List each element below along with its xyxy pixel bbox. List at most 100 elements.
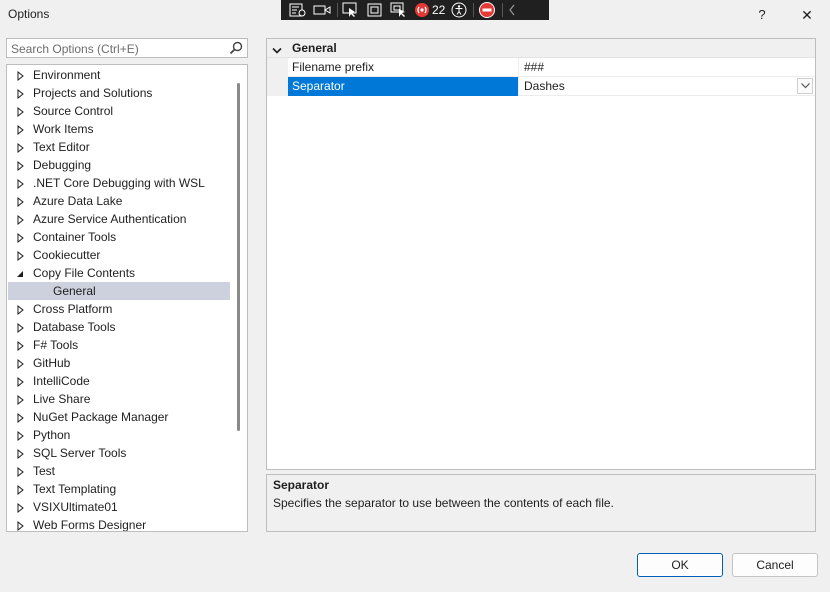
collapsed-triangle-icon[interactable] — [16, 448, 26, 460]
row-indent — [267, 77, 288, 96]
stop-icon[interactable] — [478, 0, 496, 20]
select-element-icon[interactable] — [342, 0, 360, 20]
tree-item[interactable]: Azure Service Authentication — [8, 210, 230, 228]
window-title: Options — [8, 7, 50, 21]
tree-item[interactable]: Environment — [8, 66, 230, 84]
property-row-separator[interactable]: Separator Dashes — [267, 77, 815, 96]
collapsed-triangle-icon[interactable] — [16, 430, 26, 442]
tree-item[interactable]: F# Tools — [8, 336, 230, 354]
toolbar-separator — [502, 3, 504, 17]
tree-item-label: F# Tools — [33, 338, 79, 352]
collapsed-triangle-icon[interactable] — [16, 142, 26, 154]
separator-value[interactable]: Dashes — [524, 79, 565, 93]
tree-item-label: Python — [33, 428, 71, 442]
tree-item[interactable]: Copy File Contents — [8, 264, 230, 282]
collapsed-triangle-icon[interactable] — [16, 88, 26, 100]
row-indent — [267, 58, 288, 77]
tree-item[interactable]: Azure Data Lake — [8, 192, 230, 210]
tree-item-label: IntelliCode — [33, 374, 90, 388]
chevron-down-icon — [800, 83, 810, 89]
search-icon[interactable] — [229, 41, 243, 58]
tree-item[interactable]: IntelliCode — [8, 372, 230, 390]
tree-item[interactable]: SQL Server Tools — [8, 444, 230, 462]
accessibility-icon[interactable] — [451, 0, 467, 20]
collapsed-triangle-icon[interactable] — [16, 358, 26, 370]
property-grid: General Filename prefix ### Separator Da… — [266, 38, 816, 470]
tree-item[interactable]: Source Control — [8, 102, 230, 120]
chevron-down-icon[interactable] — [272, 44, 282, 58]
property-row-filename-prefix[interactable]: Filename prefix ### — [267, 58, 815, 77]
collapsed-triangle-icon[interactable] — [16, 340, 26, 352]
separator-dropdown-button[interactable] — [797, 78, 813, 94]
options-search-box[interactable]: Search Options (Ctrl+E) — [6, 38, 248, 58]
collapsed-triangle-icon[interactable] — [16, 196, 26, 208]
tree-item[interactable]: Text Templating — [8, 480, 230, 498]
collapsed-triangle-icon[interactable] — [16, 124, 26, 136]
collapsed-triangle-icon[interactable] — [16, 232, 26, 244]
tree-item-label: VSIXUltimate01 — [33, 500, 118, 514]
tree-item[interactable]: VSIXUltimate01 — [8, 498, 230, 516]
tree-item[interactable]: Work Items — [8, 120, 230, 138]
track-focus-icon[interactable] — [390, 0, 408, 20]
tree-item[interactable]: Text Editor — [8, 138, 230, 156]
tree-item[interactable]: Python — [8, 426, 230, 444]
tree-item-label: SQL Server Tools — [33, 446, 127, 460]
collapsed-triangle-icon[interactable] — [16, 412, 26, 424]
property-name[interactable]: Filename prefix — [288, 58, 519, 77]
collapsed-triangle-icon[interactable] — [16, 520, 26, 531]
tree-item[interactable]: Cookiecutter — [8, 246, 230, 264]
tree-item-label: Environment — [33, 68, 101, 82]
collapsed-triangle-icon[interactable] — [16, 502, 26, 514]
property-name-selected[interactable]: Separator — [288, 77, 519, 96]
binding-failures-count: 22 — [432, 3, 446, 17]
tree-item[interactable]: Database Tools — [8, 318, 230, 336]
live-visual-tree-icon[interactable] — [289, 0, 307, 20]
tree-item-label: Debugging — [33, 158, 92, 172]
tree-item-label: Azure Data Lake — [33, 194, 123, 208]
collapsed-triangle-icon[interactable] — [16, 304, 26, 316]
tree-item-label: .NET Core Debugging with WSL — [33, 176, 205, 190]
collapse-toolbar-icon[interactable] — [507, 0, 517, 20]
collapsed-triangle-icon[interactable] — [16, 322, 26, 334]
expanded-triangle-icon[interactable] — [16, 268, 26, 278]
search-input[interactable]: Search Options (Ctrl+E) — [11, 42, 139, 56]
collapsed-triangle-icon[interactable] — [16, 250, 26, 262]
description-title: Separator — [273, 478, 330, 492]
tree-child-item[interactable]: General — [8, 282, 230, 300]
tree-item[interactable]: Projects and Solutions — [8, 84, 230, 102]
tree-item[interactable]: Cross Platform — [8, 300, 230, 318]
tree-item[interactable]: NuGet Package Manager — [8, 408, 230, 426]
tree-item[interactable]: Test — [8, 462, 230, 480]
help-button[interactable]: ? — [750, 4, 774, 26]
property-value[interactable]: ### — [520, 58, 815, 77]
tree-item-label: Cookiecutter — [33, 248, 101, 262]
ok-button[interactable]: OK — [637, 553, 723, 577]
collapsed-triangle-icon[interactable] — [16, 214, 26, 226]
collapsed-triangle-icon[interactable] — [16, 484, 26, 496]
collapsed-triangle-icon[interactable] — [16, 160, 26, 172]
cancel-button[interactable]: Cancel — [732, 553, 818, 577]
display-adorners-icon[interactable] — [366, 0, 384, 20]
tree-item[interactable]: .NET Core Debugging with WSL — [8, 174, 230, 192]
tree-item-label: Work Items — [33, 122, 94, 136]
tree-item[interactable]: Web Forms Designer — [8, 516, 230, 532]
options-tree[interactable]: Environment Projects and Solutions Source … — [6, 64, 248, 532]
property-value[interactable]: Dashes — [520, 77, 815, 96]
tree-scrollbar[interactable] — [237, 83, 240, 431]
tree-item[interactable]: Debugging — [8, 156, 230, 174]
tree-item-label: Web Forms Designer — [33, 518, 147, 532]
collapsed-triangle-icon[interactable] — [16, 70, 26, 82]
collapsed-triangle-icon[interactable] — [16, 394, 26, 406]
collapsed-triangle-icon[interactable] — [16, 106, 26, 118]
tree-item[interactable]: GitHub — [8, 354, 230, 372]
category-row-general[interactable]: General — [267, 39, 815, 58]
binding-failures-icon[interactable]: 22 — [414, 0, 445, 20]
tree-item[interactable]: Container Tools — [8, 228, 230, 246]
tree-item[interactable]: Live Share — [8, 390, 230, 408]
description-text: Specifies the separator to use between t… — [273, 496, 614, 510]
collapsed-triangle-icon[interactable] — [16, 466, 26, 478]
video-camera-icon[interactable] — [313, 0, 331, 20]
close-button[interactable]: ✕ — [794, 4, 820, 26]
collapsed-triangle-icon[interactable] — [16, 178, 26, 190]
collapsed-triangle-icon[interactable] — [16, 376, 26, 388]
